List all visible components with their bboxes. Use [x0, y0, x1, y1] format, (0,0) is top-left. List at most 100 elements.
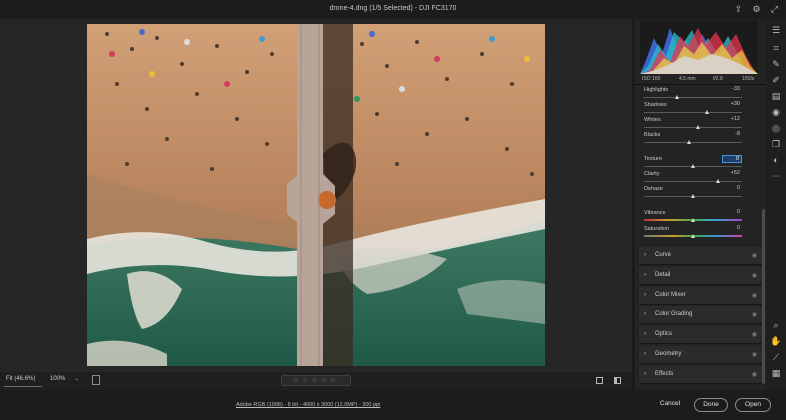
slider-thumb[interactable]	[690, 218, 695, 222]
gear-icon[interactable]: ⚙	[751, 4, 762, 15]
section-geometry[interactable]: › Geometry ◉	[639, 346, 762, 364]
section-effects[interactable]: › Effects ◉	[639, 365, 762, 384]
eye-icon[interactable]: ◉	[752, 351, 757, 358]
filmstrip-icon[interactable]	[92, 375, 100, 385]
eye-icon[interactable]: ◉	[752, 252, 757, 259]
slider-label: Blacks	[644, 132, 661, 138]
exif-info: ISO 100 4.5 mm f/2.8 1/50s	[634, 76, 767, 84]
cancel-button[interactable]: Cancel	[652, 398, 688, 412]
slider-value-field[interactable]: -33	[722, 86, 742, 94]
bottom-toolbar: Fit (46.6%) 100% ⌄ ☆☆☆☆☆	[0, 372, 632, 390]
focal-length-value: 4.5 mm	[679, 76, 696, 82]
chevron-right-icon[interactable]: ›	[644, 272, 646, 278]
slider-track[interactable]	[644, 181, 742, 182]
slider-value-field[interactable]: 0	[722, 155, 742, 163]
before-after-icon[interactable]	[614, 377, 621, 384]
chevron-right-icon[interactable]: ›	[644, 311, 646, 317]
done-button[interactable]: Done	[694, 398, 728, 412]
edit-sliders-icon[interactable]: ☰	[770, 24, 782, 36]
slider-value-field[interactable]: +52	[722, 170, 742, 178]
section-label: Effects	[655, 370, 674, 377]
chevron-right-icon[interactable]: ›	[644, 371, 646, 377]
slider-value-field[interactable]: 0	[722, 225, 742, 233]
eye-icon[interactable]: ◉	[752, 331, 757, 338]
section-color-mixer[interactable]: › Color Mixer ◉	[639, 286, 762, 305]
section-detail[interactable]: › Detail ◉	[639, 266, 762, 285]
chevron-right-icon[interactable]: ›	[644, 252, 646, 258]
crop-icon[interactable]: ⌗	[770, 42, 782, 54]
chevron-down-icon[interactable]: ⌄	[74, 375, 79, 382]
slider-thumb[interactable]	[674, 95, 679, 99]
open-button[interactable]: Open	[735, 398, 771, 412]
slider-blacks[interactable]: Blacks -8	[644, 131, 756, 148]
export-icon[interactable]: ⇪	[733, 4, 744, 15]
section-label: Optics	[655, 331, 673, 338]
image-canvas[interactable]	[0, 19, 632, 372]
slider-thumb[interactable]	[705, 110, 710, 114]
slider-thumb[interactable]	[686, 140, 691, 144]
radial-filter-icon[interactable]: ◉	[770, 106, 782, 118]
section-curve[interactable]: › Curve ◉	[639, 247, 762, 265]
fit-underline	[4, 386, 42, 387]
slider-thumb[interactable]	[690, 194, 695, 198]
star-rating[interactable]: ☆☆☆☆☆	[281, 375, 351, 386]
slider-track[interactable]	[644, 97, 742, 98]
zoom-level-button[interactable]: 100%	[50, 376, 65, 382]
slider-thumb[interactable]	[690, 234, 695, 238]
hand-icon[interactable]: ✋	[770, 335, 782, 347]
gradient-icon[interactable]: ▤	[770, 90, 782, 102]
chevron-right-icon[interactable]: ›	[644, 292, 646, 298]
eye-icon[interactable]: ◉	[752, 272, 757, 279]
slider-value-field[interactable]: +30	[722, 101, 742, 109]
slider-value-field[interactable]: 0	[722, 185, 742, 193]
workflow-options-link[interactable]: Adobe RGB (1998) - 8 bit - 4000 x 3000 (…	[236, 402, 380, 408]
section-label: Geometry	[655, 351, 682, 357]
shutter-value: 1/50s	[742, 76, 755, 82]
color-sampler-icon[interactable]: ⟋	[770, 351, 782, 363]
slider-label: Clarity	[644, 171, 660, 177]
slider-thumb[interactable]	[690, 164, 695, 168]
chevron-right-icon[interactable]: ›	[644, 351, 646, 357]
more-icon[interactable]: ⋯	[770, 170, 782, 182]
photo-preview[interactable]	[87, 24, 545, 366]
eye-icon[interactable]: ◉	[752, 371, 757, 378]
slider-label: Shadows	[644, 102, 667, 108]
section-label: Detail	[655, 271, 671, 278]
healing-brush-icon[interactable]: ✎	[770, 58, 782, 70]
brush-icon[interactable]: ✐	[770, 74, 782, 86]
presets-icon[interactable]: ◐	[770, 154, 782, 166]
slider-label: Texture	[644, 156, 663, 162]
expand-icon[interactable]: ⤢	[769, 4, 780, 15]
title-bar: drone-4.dng (1/5 Selected) - DJI FC3170 …	[0, 0, 786, 19]
zoom-icon[interactable]: ⌕	[770, 319, 782, 331]
panel-divider	[634, 84, 767, 85]
slider-track[interactable]	[644, 112, 742, 113]
section-color-grading[interactable]: › Color Grading ◉	[639, 306, 762, 325]
slider-track[interactable]	[644, 127, 742, 128]
fit-zoom-button[interactable]: Fit (46.6%)	[6, 376, 35, 382]
slider-thumb[interactable]	[715, 179, 720, 183]
slider-value-field[interactable]: +12	[722, 116, 742, 124]
single-view-icon[interactable]	[596, 377, 603, 384]
eye-icon[interactable]: ◉	[752, 292, 757, 299]
slider-value-field[interactable]: 0	[722, 209, 742, 217]
slider-label: Highlights	[644, 87, 669, 93]
slider-value-field[interactable]: -8	[722, 131, 742, 139]
snapshots-icon[interactable]: ❐	[770, 138, 782, 150]
footer-bar: Adobe RGB (1998) - 8 bit - 4000 x 3000 (…	[0, 390, 786, 420]
window-title: drone-4.dng (1/5 Selected) - DJI FC3170	[329, 5, 457, 12]
slider-vibrance[interactable]: Vibrance 0	[644, 209, 756, 226]
red-eye-icon[interactable]: ◎	[770, 122, 782, 134]
grid-icon[interactable]: ▦	[770, 367, 782, 379]
slider-thumb[interactable]	[696, 125, 701, 129]
slider-dehaze[interactable]: Dehaze 0	[644, 185, 756, 202]
section-label: Color Grading	[655, 311, 693, 318]
slider-track[interactable]	[644, 142, 742, 143]
chevron-right-icon[interactable]: ›	[644, 331, 646, 337]
edit-panel: ISO 100 4.5 mm f/2.8 1/50s Highlights -33…	[633, 19, 767, 390]
slider-saturation[interactable]: Saturation 0	[644, 225, 756, 242]
histogram	[640, 20, 758, 74]
eye-icon[interactable]: ◉	[752, 311, 757, 318]
section-optics[interactable]: › Optics ◉	[639, 326, 762, 345]
panel-scrollbar[interactable]	[762, 209, 765, 384]
